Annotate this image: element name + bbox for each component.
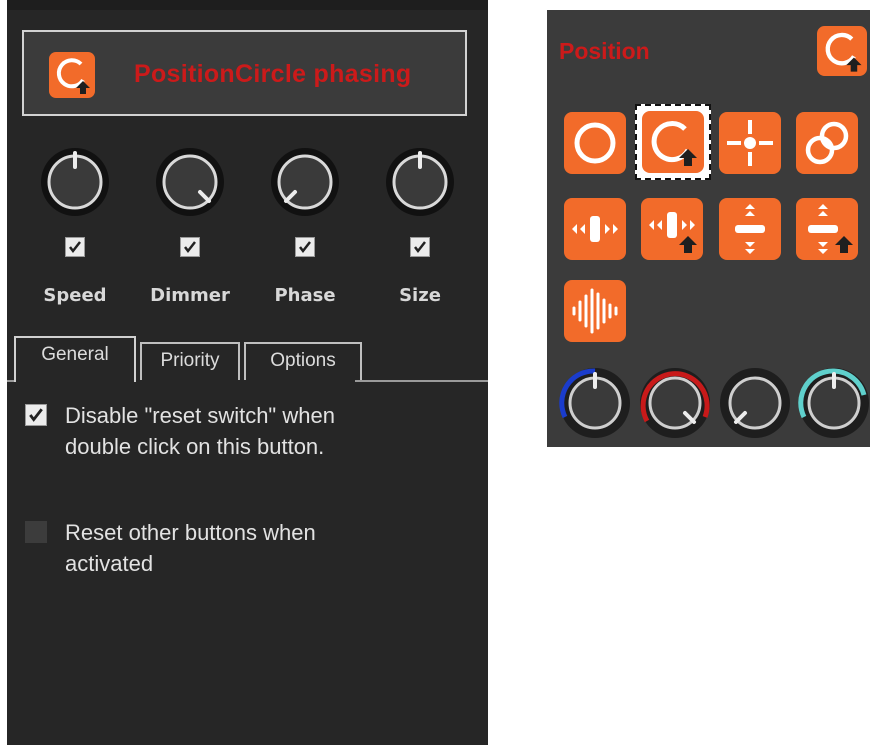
dimmer-label: Dimmer bbox=[150, 285, 230, 306]
horizontal-sweep-arrow-icon[interactable] bbox=[641, 198, 703, 260]
vertical-sweep-arrow-icon[interactable] bbox=[796, 198, 858, 260]
speed-knob[interactable] bbox=[36, 145, 114, 223]
button-title: PositionCircle phasing bbox=[134, 60, 412, 88]
tab-options[interactable]: Options bbox=[244, 342, 362, 380]
dimmer-knob-group: Dimmer bbox=[150, 145, 230, 315]
phase-knob-group: Phase bbox=[266, 145, 344, 315]
dimmer-indicator-knob[interactable] bbox=[637, 365, 713, 441]
phase-indicator-knob[interactable] bbox=[717, 365, 793, 441]
size-indicator-knob[interactable] bbox=[796, 365, 870, 441]
tab-priority[interactable]: Priority bbox=[140, 342, 240, 380]
tab-general[interactable]: General bbox=[14, 336, 136, 382]
circle-phase-arrow-icon bbox=[49, 52, 95, 98]
size-checkbox[interactable] bbox=[410, 237, 430, 257]
tab-strip-line bbox=[7, 380, 14, 382]
button-title-box: PositionCircle phasing bbox=[22, 30, 467, 116]
crosshair-icon[interactable] bbox=[719, 112, 781, 174]
reset-other-buttons-checkbox[interactable] bbox=[25, 521, 47, 543]
speed-checkbox[interactable] bbox=[65, 237, 85, 257]
button-properties-panel: PositionCircle phasing Speed Dimmer Phas… bbox=[7, 0, 488, 745]
dimmer-knob[interactable] bbox=[151, 145, 229, 223]
speed-indicator-knob[interactable] bbox=[557, 365, 633, 441]
circle-phase-arrow-icon[interactable] bbox=[642, 111, 704, 173]
disable-reset-switch-label: Disable "reset switch" when double click… bbox=[65, 403, 335, 459]
horizontal-sweep-icon[interactable] bbox=[564, 198, 626, 260]
double-circle-icon[interactable] bbox=[796, 112, 858, 174]
disable-reset-switch-checkbox[interactable] bbox=[25, 404, 47, 426]
size-knob-group: Size bbox=[381, 145, 459, 315]
size-knob[interactable] bbox=[381, 145, 459, 223]
group-title: Position bbox=[559, 38, 650, 64]
phase-label: Phase bbox=[274, 285, 336, 306]
circle-phase-arrow-icon[interactable] bbox=[817, 26, 867, 76]
waveform-icon[interactable] bbox=[564, 280, 626, 342]
phase-knob[interactable] bbox=[266, 145, 344, 223]
tab-strip-line bbox=[355, 380, 488, 382]
speed-label: Speed bbox=[43, 285, 107, 306]
panel-top-edge bbox=[7, 0, 488, 10]
size-label: Size bbox=[399, 285, 441, 306]
phase-checkbox[interactable] bbox=[295, 237, 315, 257]
circle-icon[interactable] bbox=[564, 112, 626, 174]
dimmer-checkbox[interactable] bbox=[180, 237, 200, 257]
reset-other-buttons-label: Reset other buttons when activated bbox=[65, 520, 316, 576]
speed-knob-group: Speed bbox=[36, 145, 114, 315]
vertical-sweep-icon[interactable] bbox=[719, 198, 781, 260]
position-button-grid: Position bbox=[547, 10, 870, 447]
